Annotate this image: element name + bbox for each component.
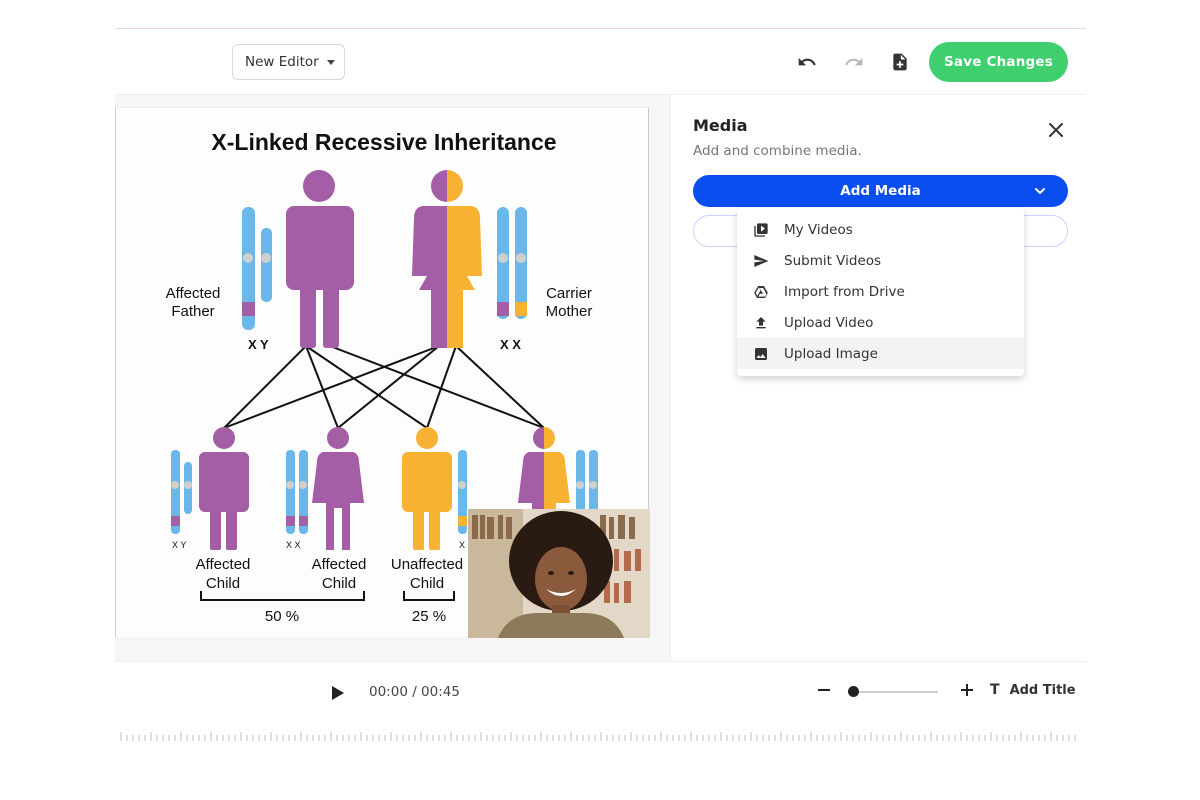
percent-brackets (200, 591, 455, 601)
player-bar: 00:00 / 00:45 T Add Title (115, 661, 1086, 760)
editor-select-dropdown[interactable]: New Editor (232, 44, 345, 80)
webcam-overlay[interactable] (468, 509, 650, 638)
menu-item-submit-videos[interactable]: Submit Videos (737, 245, 1024, 276)
undo-button[interactable] (794, 49, 820, 75)
menu-item-label: Upload Video (784, 314, 874, 331)
menu-item-upload-image[interactable]: Upload Image (737, 338, 1024, 369)
mother-label-line1: Carrier (546, 285, 592, 302)
child3-label-line2: Child (410, 575, 444, 592)
play-icon (332, 686, 344, 700)
redo-icon (845, 57, 863, 66)
percent-left-label: 50 % (265, 608, 299, 625)
save-changes-button[interactable]: Save Changes (929, 42, 1068, 82)
zoom-slider-handle[interactable] (848, 686, 859, 697)
child3-chromosome-label: X (459, 540, 465, 550)
presenter-photo (468, 509, 650, 638)
child1-chromosome-label: X Y (172, 540, 186, 550)
editor-header: New Editor Save Changes (115, 29, 1086, 95)
father-label-line1: Affected (166, 285, 221, 302)
add-page-button[interactable] (887, 49, 913, 75)
editor-select-label: New Editor (245, 54, 319, 70)
father-chromosome-label: X Y (248, 337, 269, 352)
add-media-button[interactable]: Add Media (693, 175, 1068, 207)
child2-label-line1: Affected (312, 556, 367, 573)
video-canvas[interactable]: X-Linked Recessive Inheritance X Y Affec… (115, 95, 671, 661)
zoom-slider-track[interactable] (848, 691, 938, 693)
mother-chromosomes (497, 207, 527, 319)
menu-item-label: My Videos (784, 221, 853, 238)
child1-label-line2: Child (206, 575, 240, 592)
drive-icon (752, 283, 770, 301)
mother-chromosome-label: X X (500, 337, 521, 352)
upload-icon (752, 314, 770, 332)
text-icon: T (990, 682, 1000, 698)
child-affected-daughter (286, 427, 364, 550)
slide-preview: X-Linked Recessive Inheritance X Y Affec… (115, 107, 650, 638)
chevron-down-icon (1035, 188, 1045, 194)
father-figure (286, 170, 354, 348)
play-button[interactable] (327, 683, 347, 703)
add-title-label: Add Title (1009, 682, 1076, 698)
menu-item-label: Import from Drive (784, 283, 905, 300)
child-unaffected-son (402, 427, 467, 550)
father-chromosomes (242, 207, 272, 330)
add-title-button[interactable]: T Add Title (990, 682, 1076, 698)
child1-label-line1: Affected (196, 556, 251, 573)
menu-item-label: Upload Image (784, 345, 878, 362)
media-panel: Media Add and combine media. Add Media M… (671, 95, 1086, 661)
inheritance-lines (223, 345, 545, 429)
redo-button[interactable] (841, 49, 867, 75)
child2-chromosome-label: X X (286, 540, 301, 550)
panel-subtitle: Add and combine media. (693, 143, 862, 159)
video-library-icon (752, 221, 770, 239)
minus-icon (818, 689, 830, 691)
child2-label-line2: Child (322, 575, 356, 592)
add-media-menu: My Videos Submit Videos Import from Driv… (737, 208, 1024, 376)
time-readout: 00:00 / 00:45 (369, 684, 460, 700)
menu-item-import-drive[interactable]: Import from Drive (737, 276, 1024, 307)
plus-icon (961, 684, 973, 696)
father-label-line2: Father (171, 303, 214, 320)
image-icon (752, 345, 770, 363)
child-affected-son (171, 427, 249, 550)
send-icon (752, 252, 770, 270)
caret-down-icon (326, 59, 335, 65)
close-panel-button[interactable] (1046, 120, 1066, 140)
mother-figure (412, 170, 482, 348)
menu-item-upload-video[interactable]: Upload Video (737, 307, 1024, 338)
close-icon (1049, 123, 1063, 137)
add-media-label: Add Media (840, 183, 921, 199)
panel-title: Media (693, 116, 748, 135)
timeline-ruler[interactable] (119, 732, 1079, 742)
menu-item-label: Submit Videos (784, 252, 882, 269)
undo-icon (798, 57, 816, 66)
add-document-icon (893, 53, 907, 71)
percent-right-label: 25 % (412, 608, 446, 625)
zoom-out-button[interactable] (816, 682, 832, 698)
child3-label-line1: Unaffected (391, 556, 463, 573)
zoom-in-button[interactable] (959, 682, 975, 698)
slide-title: X-Linked Recessive Inheritance (211, 129, 556, 155)
menu-item-my-videos[interactable]: My Videos (737, 214, 1024, 245)
mother-label-line2: Mother (546, 303, 593, 320)
